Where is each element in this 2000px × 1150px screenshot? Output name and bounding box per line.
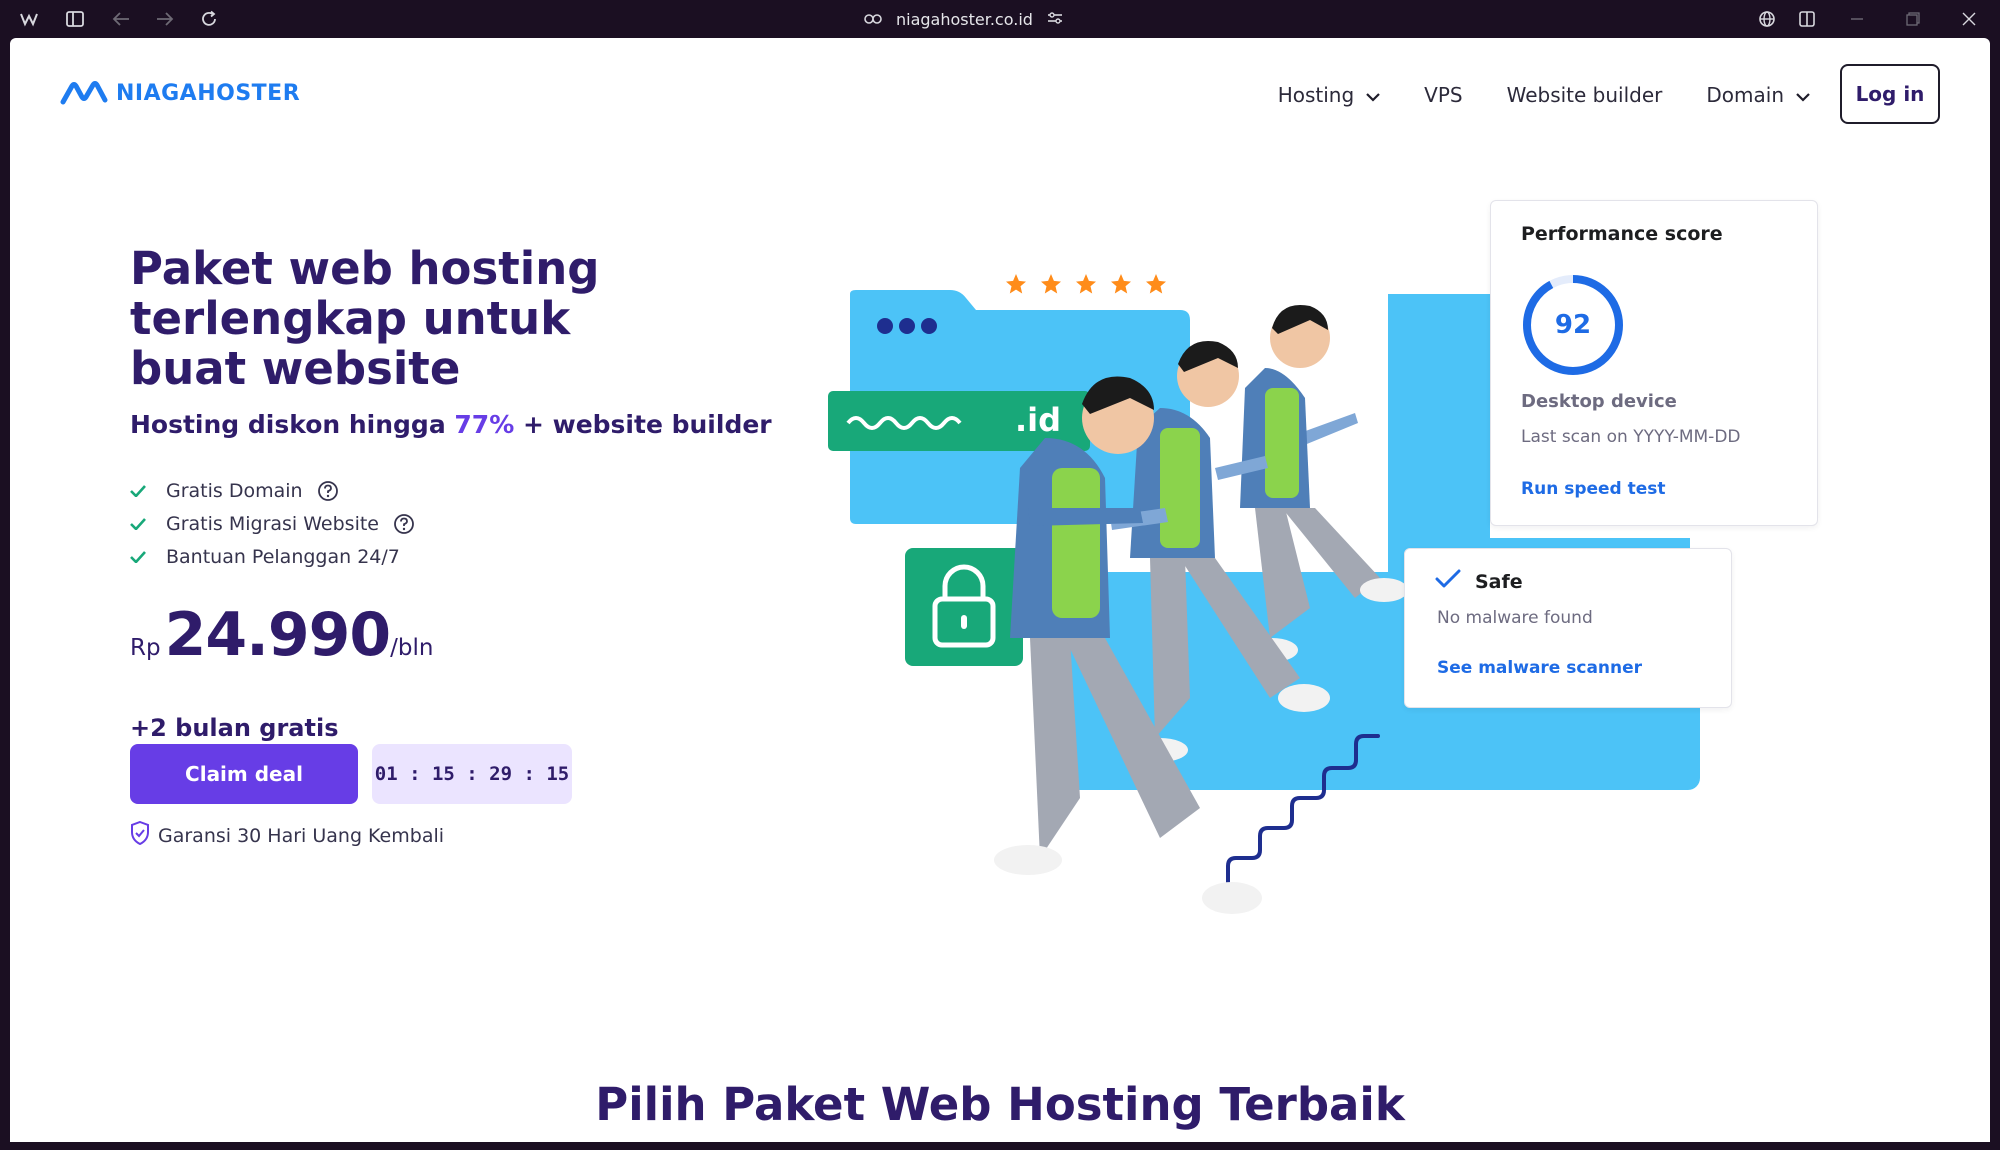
feature-label: Gratis Domain bbox=[166, 479, 303, 502]
check-icon bbox=[130, 517, 166, 530]
folder-dot-icon bbox=[899, 318, 915, 334]
price-period: /bln bbox=[390, 635, 434, 661]
split-view-icon[interactable] bbox=[1796, 8, 1818, 30]
star-icon bbox=[1146, 274, 1166, 294]
nav-domain[interactable]: Domain bbox=[1706, 83, 1810, 107]
rating-stars bbox=[1006, 274, 1166, 294]
globe-icon[interactable] bbox=[1756, 8, 1778, 30]
feature-list: Gratis Domain Gratis Migrasi Website Ban… bbox=[130, 474, 415, 573]
star-icon bbox=[1006, 274, 1026, 294]
address-bar[interactable]: niagahoster.co.id bbox=[864, 6, 1063, 32]
price-currency: Rp bbox=[130, 635, 161, 661]
bonus-text: +2 bulan gratis bbox=[130, 714, 339, 742]
star-icon bbox=[1041, 274, 1061, 294]
feature-item: Bantuan Pelanggan 24/7 bbox=[130, 540, 415, 573]
niagahoster-logo[interactable]: NIAGAHOSTER bbox=[60, 80, 300, 106]
main-nav: Hosting VPS Website builder Domain bbox=[1278, 83, 1810, 107]
minimize-icon[interactable] bbox=[1846, 8, 1868, 30]
logo-text: NIAGAHOSTER bbox=[116, 80, 301, 106]
feature-item: Gratis Domain bbox=[130, 474, 415, 507]
logo-icon bbox=[60, 81, 108, 105]
guarantee: Garansi 30 Hari Uang Kembali bbox=[130, 820, 445, 850]
help-icon[interactable] bbox=[317, 480, 339, 502]
nav-website-builder[interactable]: Website builder bbox=[1507, 83, 1663, 107]
feature-label: Gratis Migrasi Website bbox=[166, 512, 379, 535]
claim-deal-button[interactable]: Claim deal bbox=[130, 744, 358, 804]
performance-last-scan: Last scan on YYYY-MM-DD bbox=[1521, 427, 1741, 447]
guarantee-text: Garansi 30 Hari Uang Kembali bbox=[158, 824, 445, 847]
chevron-down-icon bbox=[1796, 83, 1810, 107]
nav-website-builder-label: Website builder bbox=[1506, 83, 1663, 107]
page-viewport: .id Performance score 92 Desktop device … bbox=[10, 38, 1990, 1142]
hero-title: Paket web hosting terlengkap untuk buat … bbox=[130, 242, 600, 395]
browser-logo-icon[interactable] bbox=[18, 8, 40, 30]
help-icon[interactable] bbox=[393, 513, 415, 535]
reload-icon[interactable] bbox=[198, 8, 220, 30]
back-icon[interactable] bbox=[110, 8, 132, 30]
check-icon bbox=[130, 550, 166, 563]
section-title: Pilih Paket Web Hosting Terbaik bbox=[595, 1078, 1405, 1131]
login-button[interactable]: Log in bbox=[1840, 64, 1940, 124]
check-icon bbox=[1435, 569, 1461, 594]
hero-subtitle-suffix: + website builder bbox=[514, 410, 772, 439]
performance-score: 92 bbox=[1554, 310, 1592, 340]
run-speed-test-link[interactable]: Run speed test bbox=[1521, 479, 1666, 499]
feature-item: Gratis Migrasi Website bbox=[130, 507, 415, 540]
safe-title: Safe bbox=[1475, 570, 1523, 593]
hero-subtitle: Hosting diskon hingga 77% + website buil… bbox=[130, 410, 772, 439]
countdown-timer: 01 : 15 : 29 : 15 bbox=[372, 744, 572, 804]
price: Rp 24.990 /bln bbox=[130, 600, 433, 670]
performance-device: Desktop device bbox=[1521, 391, 1677, 412]
nav-vps[interactable]: VPS bbox=[1424, 83, 1462, 107]
feature-label: Bantuan Pelanggan 24/7 bbox=[166, 545, 400, 568]
close-icon[interactable] bbox=[1958, 8, 1980, 30]
star-icon bbox=[1111, 274, 1131, 294]
address-text: niagahoster.co.id bbox=[896, 9, 1033, 29]
nav-domain-label: Domain bbox=[1706, 83, 1784, 107]
forward-icon[interactable] bbox=[154, 8, 176, 30]
nav-vps-label: VPS bbox=[1424, 83, 1463, 107]
hero-illustration: .id Performance score 92 Desktop device … bbox=[10, 38, 1990, 1142]
hero-subtitle-prefix: Hosting diskon hingga bbox=[130, 410, 455, 439]
shield-icon bbox=[130, 820, 150, 850]
malware-card: Safe No malware found See malware scanne… bbox=[1404, 548, 1732, 708]
restore-icon[interactable] bbox=[1902, 8, 1924, 30]
chevron-down-icon bbox=[1366, 83, 1380, 107]
malware-scanner-link[interactable]: See malware scanner bbox=[1435, 658, 1701, 678]
safe-subtitle: No malware found bbox=[1437, 608, 1593, 628]
browser-chrome: niagahoster.co.id bbox=[0, 0, 2000, 38]
folder-dot-icon bbox=[877, 318, 893, 334]
price-amount: 24.990 bbox=[164, 600, 392, 670]
link-icon bbox=[864, 10, 882, 29]
check-icon bbox=[130, 484, 166, 497]
lock-keyhole-icon bbox=[961, 615, 967, 629]
nav-hosting[interactable]: Hosting bbox=[1278, 83, 1380, 107]
folder-dot-icon bbox=[921, 318, 937, 334]
sidebar-toggle-icon[interactable] bbox=[64, 8, 86, 30]
domain-ext-text: .id bbox=[1015, 401, 1061, 439]
nav-hosting-label: Hosting bbox=[1277, 83, 1355, 107]
safe-header: Safe bbox=[1435, 569, 1701, 594]
performance-card: Performance score 92 Desktop device Last… bbox=[1490, 200, 1818, 526]
star-icon bbox=[1076, 274, 1096, 294]
discount-highlight: 77% bbox=[454, 410, 515, 439]
site-settings-icon[interactable] bbox=[1047, 10, 1063, 29]
performance-title: Performance score bbox=[1521, 223, 1723, 245]
